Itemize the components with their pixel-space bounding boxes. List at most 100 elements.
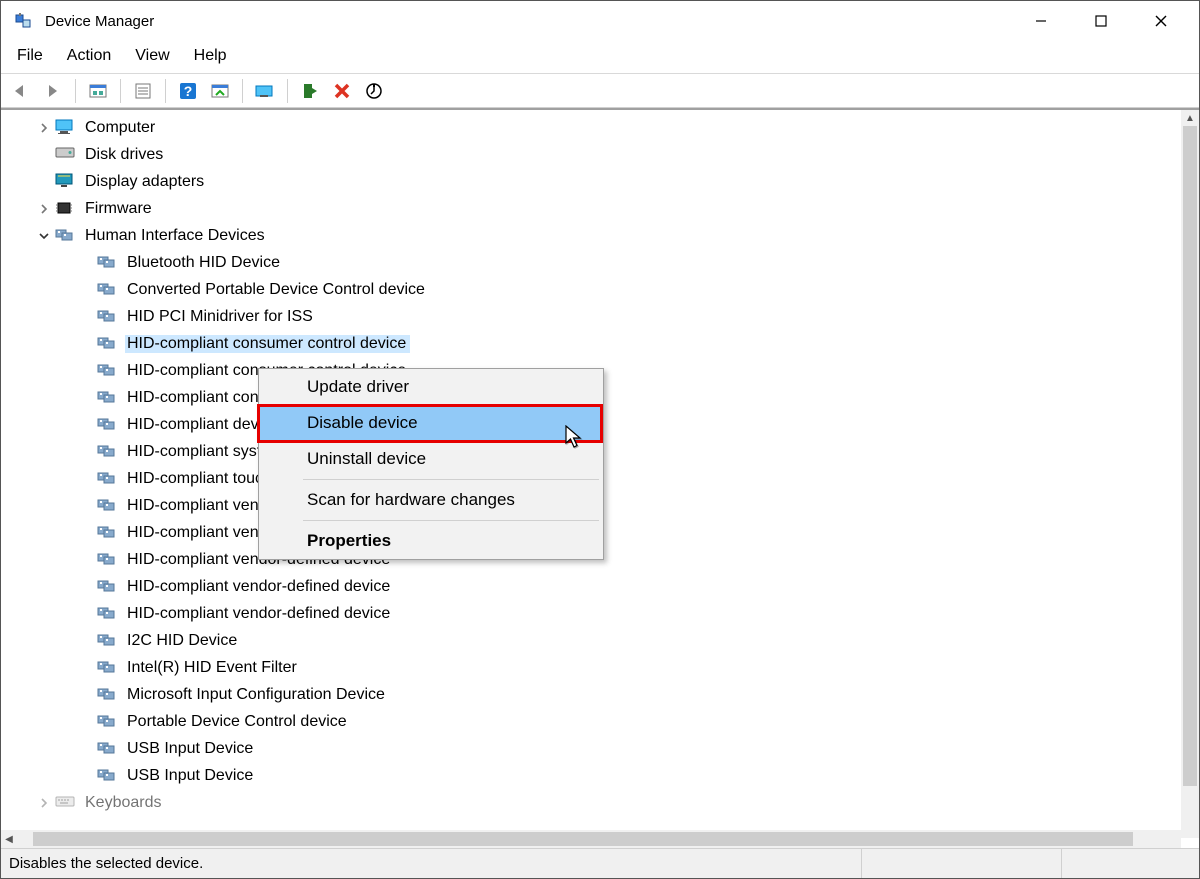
- forward-button[interactable]: [39, 78, 67, 104]
- tree-item[interactable]: Converted Portable Device Control device: [1, 276, 1199, 303]
- uninstall-device-button[interactable]: [328, 78, 356, 104]
- toolbar-separator: [287, 79, 288, 103]
- tree-item-label: Bluetooth HID Device: [125, 254, 284, 272]
- expand-icon[interactable]: [37, 148, 51, 162]
- app-icon: [15, 12, 33, 30]
- scrollbar-thumb[interactable]: [1183, 126, 1197, 786]
- tree-item[interactable]: Display adapters: [1, 168, 1199, 195]
- expand-icon[interactable]: [37, 796, 51, 810]
- show-hidden-button[interactable]: [206, 78, 234, 104]
- toolbar-separator: [75, 79, 76, 103]
- tree-item[interactable]: Disk drives: [1, 141, 1199, 168]
- tree-item[interactable]: HID-compliant consumer control device: [1, 330, 1199, 357]
- close-button[interactable]: [1131, 1, 1191, 41]
- hid-icon: [97, 335, 119, 353]
- tree-item[interactable]: USB Input Device: [1, 762, 1199, 789]
- menu-action[interactable]: Action: [67, 47, 111, 65]
- context-menu-item[interactable]: Uninstall device: [259, 441, 603, 477]
- tree-item[interactable]: Microsoft Input Configuration Device: [1, 681, 1199, 708]
- hid-icon: [97, 362, 119, 380]
- help-button[interactable]: ?: [174, 78, 202, 104]
- hid-icon: [55, 227, 77, 245]
- context-menu-item[interactable]: Properties: [259, 523, 603, 559]
- disk-icon: [55, 146, 77, 164]
- chip-icon: [55, 200, 77, 218]
- tree-item-label: Human Interface Devices: [83, 227, 269, 245]
- expand-icon[interactable]: [37, 202, 51, 216]
- tree-item-label: I2C HID Device: [125, 632, 241, 650]
- hid-icon: [97, 389, 119, 407]
- vertical-scrollbar[interactable]: ▲: [1181, 110, 1199, 838]
- title-bar: Device Manager: [1, 1, 1199, 41]
- scan-hardware-button[interactable]: [360, 78, 388, 104]
- context-menu-item[interactable]: Disable device: [259, 405, 603, 441]
- tree-item[interactable]: USB Input Device: [1, 735, 1199, 762]
- menu-help[interactable]: Help: [194, 47, 227, 65]
- tree-item-label: Computer: [83, 119, 159, 137]
- status-cell: [1061, 849, 1191, 878]
- display-icon: [55, 173, 77, 191]
- hid-icon: [97, 659, 119, 677]
- tree-item-label: HID-compliant consumer control device: [125, 335, 410, 353]
- hid-icon: [97, 686, 119, 704]
- toolbar: ?: [1, 74, 1199, 108]
- hid-icon: [97, 470, 119, 488]
- menu-bar: File Action View Help: [1, 41, 1199, 74]
- tree-item[interactable]: Computer: [1, 114, 1199, 141]
- monitor-icon: [55, 119, 77, 137]
- tree-item[interactable]: Human Interface Devices: [1, 222, 1199, 249]
- scrollbar-thumb[interactable]: [33, 832, 1133, 846]
- enable-device-button[interactable]: [296, 78, 324, 104]
- hid-icon: [97, 308, 119, 326]
- hid-icon: [97, 578, 119, 596]
- expand-icon[interactable]: [37, 121, 51, 135]
- tree-item[interactable]: HID-compliant vendor-defined device: [1, 600, 1199, 627]
- back-button[interactable]: [7, 78, 35, 104]
- window-controls: [1011, 1, 1191, 41]
- svg-text:?: ?: [184, 83, 193, 99]
- hid-icon: [97, 416, 119, 434]
- menu-view[interactable]: View: [135, 47, 169, 65]
- tree-item[interactable]: HID PCI Minidriver for ISS: [1, 303, 1199, 330]
- collapse-icon[interactable]: [37, 229, 51, 243]
- hid-icon: [97, 443, 119, 461]
- minimize-button[interactable]: [1011, 1, 1071, 41]
- tree-item[interactable]: Firmware: [1, 195, 1199, 222]
- tree-item-label: Disk drives: [83, 146, 167, 164]
- hid-icon: [97, 551, 119, 569]
- properties-button[interactable]: [129, 78, 157, 104]
- maximize-button[interactable]: [1071, 1, 1131, 41]
- menu-file[interactable]: File: [17, 47, 43, 65]
- context-menu-item[interactable]: Update driver: [259, 369, 603, 405]
- context-menu-separator: [303, 520, 599, 521]
- hid-icon: [97, 524, 119, 542]
- context-menu: Update driverDisable deviceUninstall dev…: [258, 368, 604, 560]
- tree-item-label: USB Input Device: [125, 767, 257, 785]
- update-driver-button[interactable]: [251, 78, 279, 104]
- tree-item[interactable]: HID-compliant vendor-defined device: [1, 573, 1199, 600]
- hid-icon: [97, 767, 119, 785]
- tree-item-label: Firmware: [83, 200, 156, 218]
- expand-icon[interactable]: [37, 175, 51, 189]
- keyboard-icon: [55, 794, 77, 812]
- tree-item-label: Converted Portable Device Control device: [125, 281, 429, 299]
- hid-icon: [97, 497, 119, 515]
- show-hide-tree-button[interactable]: [84, 78, 112, 104]
- tree-item[interactable]: Portable Device Control device: [1, 708, 1199, 735]
- tree-item[interactable]: Intel(R) HID Event Filter: [1, 654, 1199, 681]
- tree-item-label: USB Input Device: [125, 740, 257, 758]
- tree-item-label: HID PCI Minidriver for ISS: [125, 308, 317, 326]
- tree-item[interactable]: Keyboards: [1, 789, 1199, 816]
- context-menu-item[interactable]: Scan for hardware changes: [259, 482, 603, 518]
- tree-item-label: Keyboards: [83, 794, 166, 812]
- horizontal-scrollbar[interactable]: ◀: [1, 830, 1181, 848]
- tree-item-label: Microsoft Input Configuration Device: [125, 686, 389, 704]
- scroll-up-arrow[interactable]: ▲: [1181, 110, 1199, 126]
- tree-item-label: Intel(R) HID Event Filter: [125, 659, 301, 677]
- scroll-left-arrow[interactable]: ◀: [1, 834, 17, 845]
- tree-item[interactable]: I2C HID Device: [1, 627, 1199, 654]
- hid-icon: [97, 605, 119, 623]
- status-cell: [861, 849, 1061, 878]
- tree-item[interactable]: Bluetooth HID Device: [1, 249, 1199, 276]
- toolbar-separator: [242, 79, 243, 103]
